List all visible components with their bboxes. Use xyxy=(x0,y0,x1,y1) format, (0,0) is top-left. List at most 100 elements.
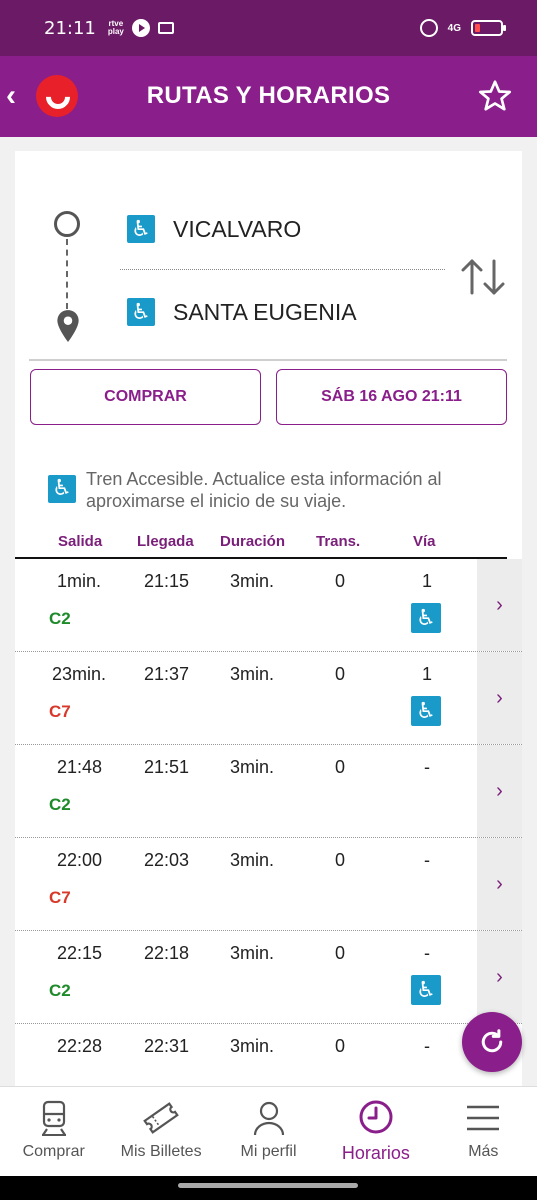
refresh-icon xyxy=(481,1029,503,1053)
platform: - xyxy=(424,1036,430,1056)
train-icon xyxy=(41,1100,66,1136)
arrival: 21:15 xyxy=(144,571,190,591)
ticket-icon xyxy=(143,1102,179,1134)
refresh-button[interactable] xyxy=(462,1012,522,1072)
transfers: 0 xyxy=(335,943,346,963)
wheelchair-icon: ♿ xyxy=(127,298,155,326)
wheelchair-icon: ♿ xyxy=(411,696,441,726)
signal-4g-icon: 4G xyxy=(447,22,461,34)
duration: 3min. xyxy=(230,850,275,870)
header-trans: Trans. xyxy=(316,533,361,550)
row-chevron-icon[interactable]: › xyxy=(477,652,522,744)
platform: - xyxy=(424,757,430,777)
line-badge: C7 xyxy=(49,702,71,721)
favorite-star-icon[interactable] xyxy=(477,78,513,114)
transfers: 0 xyxy=(335,571,346,591)
nav-mas[interactable]: Más xyxy=(430,1087,537,1176)
battery-icon xyxy=(471,20,506,36)
duration: 3min. xyxy=(230,757,275,777)
station-divider xyxy=(120,269,445,270)
system-icons: 4G xyxy=(419,19,506,37)
wheelchair-icon: ♿ xyxy=(127,215,155,243)
row-chevron-icon[interactable]: › xyxy=(477,931,522,1023)
nav-mi-perfil[interactable]: Mi perfil xyxy=(215,1087,322,1176)
origin-station-name: VICALVARO xyxy=(173,215,302,242)
arrival: 22:18 xyxy=(144,943,190,963)
arrival: 22:03 xyxy=(144,850,190,870)
route-selector: ♿ VICALVARO ♿ SANTA EUGENIA xyxy=(15,151,522,361)
origin-dot-icon xyxy=(54,211,80,237)
platform: - xyxy=(424,943,430,963)
nav-label: Mis Billetes xyxy=(120,1143,202,1160)
header-via: Vía xyxy=(413,533,436,550)
gesture-bar xyxy=(0,1176,537,1200)
accessibility-notice: ♿ Tren Accesible. Actualice esta informa… xyxy=(48,468,488,512)
user-icon xyxy=(253,1101,284,1136)
table-row[interactable]: 23min. 21:37 3min. 0 1 C7 ♿ › xyxy=(15,652,522,745)
app-bar: ‹ RUTAS Y HORARIOS xyxy=(0,56,537,137)
table-row[interactable]: 22:15 22:18 3min. 0 - C2 ♿ › xyxy=(15,931,522,1024)
line-badge: C2 xyxy=(49,795,71,814)
row-chevron-icon[interactable]: › xyxy=(477,838,522,930)
transfers: 0 xyxy=(335,1036,346,1056)
departure: 1min. xyxy=(57,571,102,591)
departure: 22:00 xyxy=(57,850,103,870)
transfers: 0 xyxy=(335,757,346,777)
nav-comprar[interactable]: Comprar xyxy=(0,1087,107,1176)
arrival: 21:37 xyxy=(144,664,190,684)
table-row[interactable]: 21:48 21:51 3min. 0 - C2 › xyxy=(15,745,522,838)
row-chevron-icon[interactable]: › xyxy=(477,559,522,651)
nav-label: Más xyxy=(468,1143,499,1160)
platform: 1 xyxy=(422,664,433,684)
alarm-icon xyxy=(419,19,438,37)
status-bar: 21:11 rtve play 4G xyxy=(0,0,537,56)
nav-mis-billetes[interactable]: Mis Billetes xyxy=(107,1087,214,1176)
line-badge: C2 xyxy=(49,609,71,628)
rtve-play-icon: rtve play xyxy=(107,19,124,36)
header-salida: Salida xyxy=(58,533,103,550)
nav-horarios[interactable]: Horarios xyxy=(322,1087,429,1176)
wheelchair-icon: ♿ xyxy=(411,975,441,1005)
line-badge: C2 xyxy=(49,981,71,1000)
duration: 3min. xyxy=(230,664,275,684)
origin-station[interactable]: ♿ VICALVARO xyxy=(127,215,301,243)
schedule-rows: 1min. 21:15 3min. 0 1 C2 ♿ › 23min. 21:3… xyxy=(15,559,522,1086)
route-divider xyxy=(29,359,507,361)
platform: - xyxy=(424,850,430,870)
notification-icons: rtve play xyxy=(108,19,174,37)
page-title: RUTAS Y HORARIOS xyxy=(146,82,391,109)
nav-label: Mi perfil xyxy=(240,1143,297,1160)
platform: 1 xyxy=(422,571,433,591)
duration: 3min. xyxy=(230,1036,275,1056)
date-time-button[interactable]: SÁB 16 AGO 21:11 xyxy=(276,369,507,425)
table-row[interactable]: 22:00 22:03 3min. 0 - C7 › xyxy=(15,838,522,931)
clock-icon xyxy=(359,1100,393,1134)
nav-label: Comprar xyxy=(22,1143,85,1160)
table-row[interactable]: 22:28 22:31 3min. 0 - xyxy=(15,1024,522,1086)
transfers: 0 xyxy=(335,850,346,870)
destination-station[interactable]: ♿ SANTA EUGENIA xyxy=(127,298,357,326)
departure: 22:15 xyxy=(57,943,103,963)
departure: 23min. xyxy=(52,664,107,684)
transfers: 0 xyxy=(335,664,346,684)
arrival: 21:51 xyxy=(144,757,190,777)
wheelchair-icon: ♿ xyxy=(48,475,76,503)
duration: 3min. xyxy=(230,943,275,963)
menu-icon xyxy=(467,1105,500,1131)
line-badge: C7 xyxy=(49,888,71,907)
buy-button[interactable]: COMPRAR xyxy=(30,369,261,425)
header-duracion: Duración xyxy=(220,533,286,550)
schedule-table-header: Salida Llegada Duración Trans. Vía xyxy=(15,531,507,559)
swap-stations-icon[interactable] xyxy=(458,257,508,297)
play-icon xyxy=(131,19,150,37)
table-row[interactable]: 1min. 21:15 3min. 0 1 C2 ♿ › xyxy=(15,559,522,652)
row-chevron-icon[interactable]: › xyxy=(477,745,522,837)
schedule-card: ♿ VICALVARO ♿ SANTA EUGENIA COMPRAR SÁB … xyxy=(15,151,522,1086)
notice-text: Tren Accesible. Actualice esta informaci… xyxy=(86,469,442,511)
nav-label: Horarios xyxy=(341,1143,410,1163)
destination-pin-icon xyxy=(57,310,79,342)
wheelchair-icon: ♿ xyxy=(411,603,441,633)
arrival: 22:31 xyxy=(144,1036,190,1056)
destination-station-name: SANTA EUGENIA xyxy=(173,298,357,325)
news-icon xyxy=(157,22,174,34)
